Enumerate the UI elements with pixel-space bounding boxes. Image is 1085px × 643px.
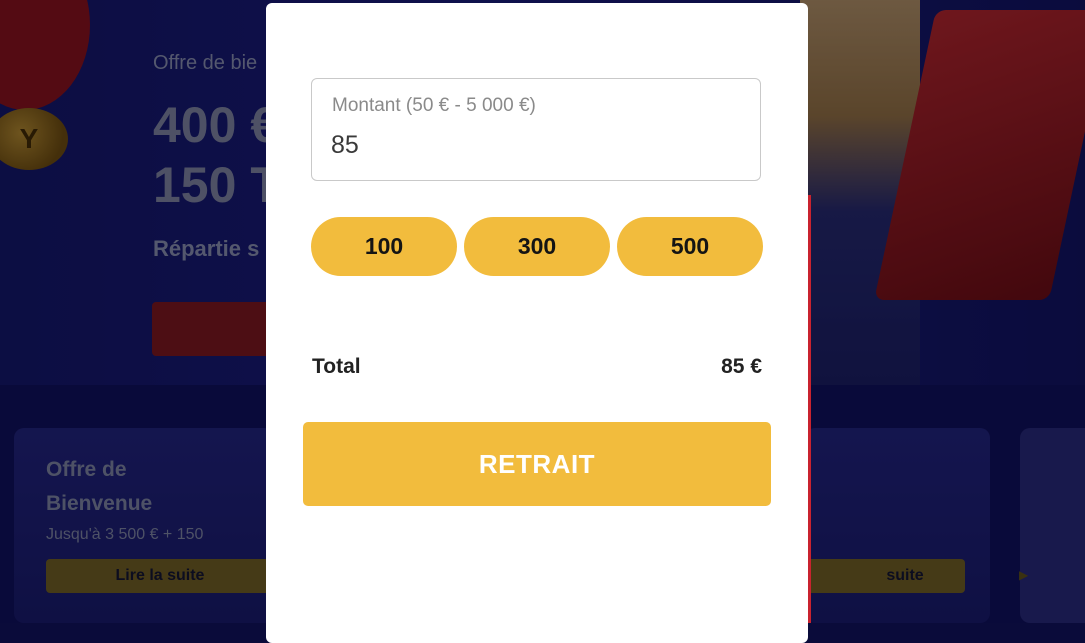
quick-amount-100-button[interactable]: 100 <box>311 217 457 276</box>
total-value: 85 € <box>721 355 762 378</box>
amount-input[interactable] <box>331 131 731 160</box>
quick-amount-500-button[interactable]: 500 <box>617 217 763 276</box>
withdrawal-modal: Montant (50 € - 5 000 €) 100 300 500 Tot… <box>266 3 808 643</box>
withdraw-button[interactable]: RETRAIT <box>303 422 771 506</box>
amount-label: Montant (50 € - 5 000 €) <box>332 95 536 116</box>
amount-field[interactable]: Montant (50 € - 5 000 €) <box>311 78 761 181</box>
quick-amount-300-button[interactable]: 300 <box>464 217 610 276</box>
total-label: Total <box>312 355 361 378</box>
